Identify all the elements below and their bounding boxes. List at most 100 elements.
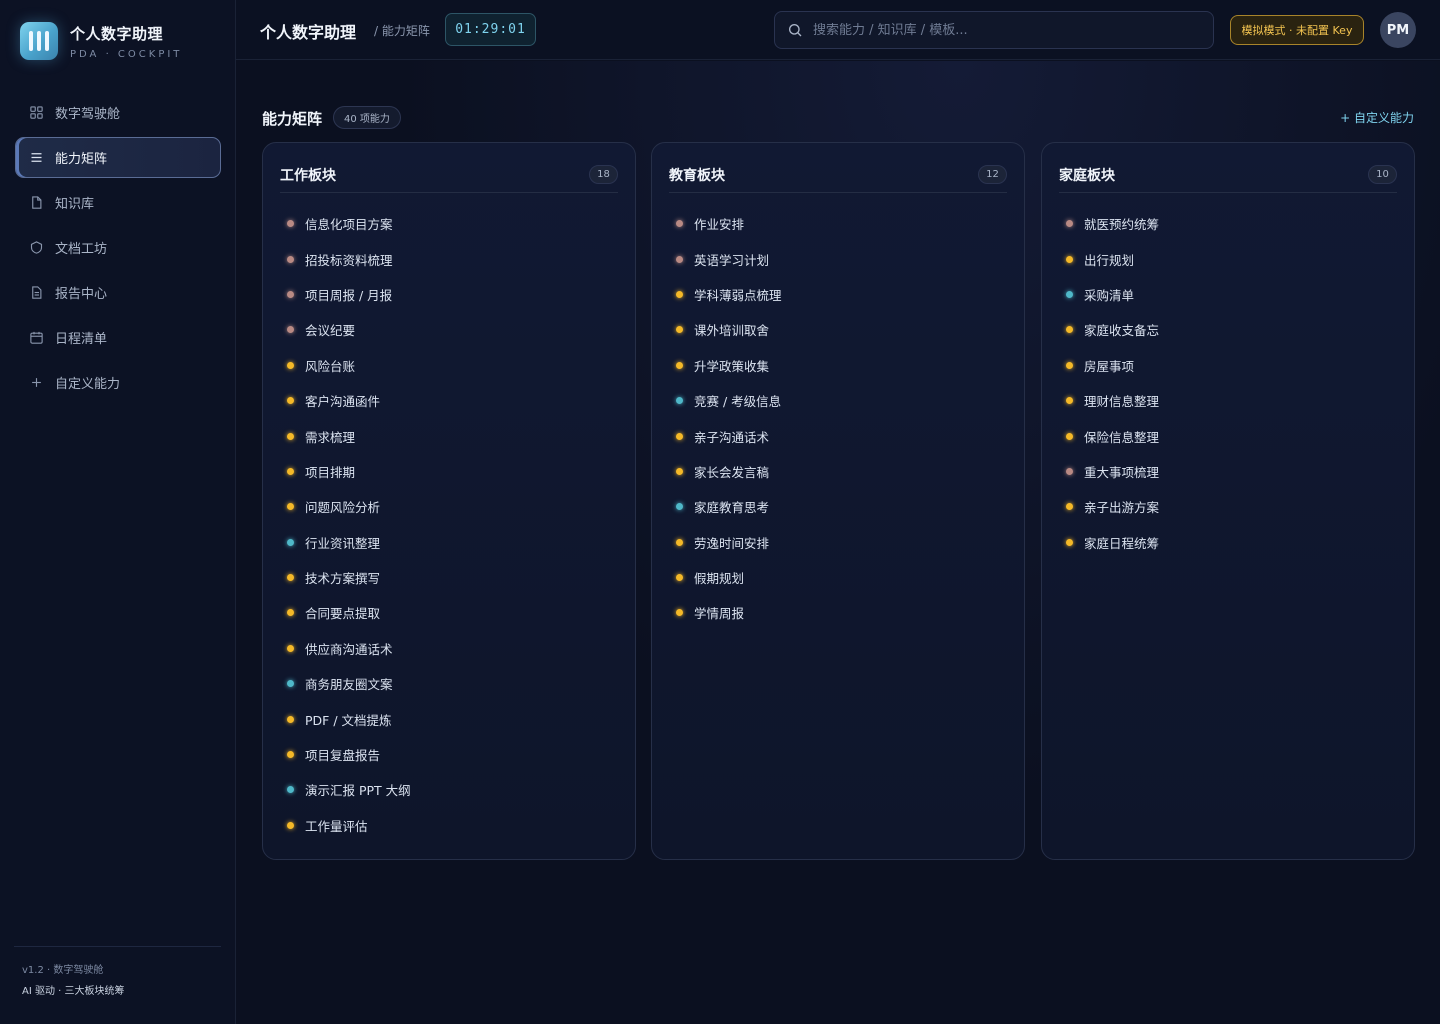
capability-label: 学情周报 bbox=[694, 606, 745, 622]
avatar[interactable]: PM bbox=[1380, 12, 1416, 48]
calendar-icon bbox=[28, 330, 44, 346]
capability-list: 信息化项目方案招投标资料梳理 项目周报 / 月报会议纪要 风险台账客户沟通函件需求梳… bbox=[287, 206, 618, 843]
capability-item[interactable]: 信息化项目方案 bbox=[287, 206, 618, 241]
status-dot-icon bbox=[287, 821, 294, 829]
sidebar-item-plus[interactable]: 自定义能力 bbox=[15, 362, 221, 403]
status-dot-icon bbox=[676, 326, 683, 334]
capability-item[interactable]: 英语学习计划 bbox=[676, 241, 1007, 276]
capability-label: 招投标资料梳理 bbox=[305, 252, 393, 268]
capability-item[interactable]: 出行规划 bbox=[1066, 241, 1397, 276]
capability-item[interactable]: 采购清单 bbox=[1066, 277, 1397, 312]
capability-item[interactable]: 客户沟通函件 bbox=[287, 383, 618, 418]
capability-item[interactable]: 商务朋友圈文案 bbox=[287, 666, 618, 701]
status-dot-icon bbox=[287, 503, 294, 511]
status-dot-icon bbox=[1066, 220, 1073, 228]
capability-item[interactable]: 技术方案撰写 bbox=[287, 560, 618, 595]
capability-item[interactable]: 保险信息整理 bbox=[1066, 418, 1397, 453]
capability-item[interactable]: 重大事项梳理 bbox=[1066, 454, 1397, 489]
capability-item[interactable]: 房屋事项 bbox=[1066, 348, 1397, 383]
board-count-badge: 18 bbox=[589, 165, 618, 184]
status-dot-icon bbox=[287, 361, 294, 369]
capability-label: 重大事项梳理 bbox=[1084, 464, 1160, 480]
capability-item[interactable]: 会议纪要 bbox=[287, 312, 618, 347]
capability-label: 商务朋友圈文案 bbox=[305, 677, 393, 693]
capability-label: 就医预约统筹 bbox=[1084, 217, 1160, 233]
capability-label: 演示汇报 PPT 大纲 bbox=[305, 783, 411, 799]
board-title: 工作板块 bbox=[280, 167, 336, 184]
sidebar-item-file[interactable]: 知识库 bbox=[15, 182, 221, 223]
capability-label: 出行规划 bbox=[1084, 252, 1135, 268]
sidebar-item-list[interactable]: 能力矩阵 bbox=[15, 137, 221, 178]
capability-item[interactable]: 家庭日程统筹 bbox=[1066, 525, 1397, 560]
capability-item[interactable]: 假期规划 bbox=[676, 560, 1007, 595]
capability-item[interactable]: 演示汇报 PPT 大纲 bbox=[287, 772, 618, 807]
sidebar-item-label: 日程清单 bbox=[55, 332, 108, 347]
capability-count-badge: 40 项能力 bbox=[333, 106, 401, 129]
sidebar-item-calendar[interactable]: 日程清单 bbox=[15, 317, 221, 358]
capability-item[interactable]: 家长会发言稿 bbox=[676, 454, 1007, 489]
capability-label: 理财信息整理 bbox=[1084, 394, 1160, 410]
page-title: 个人数字助理 bbox=[260, 23, 357, 42]
capability-item[interactable]: 理财信息整理 bbox=[1066, 383, 1397, 418]
capability-item[interactable]: 学科薄弱点梳理 bbox=[676, 277, 1007, 312]
brand[interactable]: 个人数字助理 PDA · COCKPIT bbox=[20, 22, 182, 60]
capability-label: 房屋事项 bbox=[1084, 358, 1135, 374]
capability-item[interactable]: 升学政策收集 bbox=[676, 348, 1007, 383]
capability-item[interactable]: 行业资讯整理 bbox=[287, 525, 618, 560]
capability-item[interactable]: 竞赛 / 考级信息 bbox=[676, 383, 1007, 418]
capability-item[interactable]: 项目周报 / 月报 bbox=[287, 277, 618, 312]
board-count-badge: 10 bbox=[1368, 165, 1397, 184]
capability-item[interactable]: PDF / 文档提炼 bbox=[287, 701, 618, 736]
sidebar-footer: v1.2 · 数字驾驶舱 AI 驱动 · 三大板块统筹 bbox=[14, 946, 221, 997]
status-dot-icon bbox=[287, 680, 294, 688]
capability-item[interactable]: 课外培训取舍 bbox=[676, 312, 1007, 347]
search-input[interactable] bbox=[813, 22, 1193, 38]
clock-display: 01:29:01 bbox=[445, 13, 536, 46]
capability-item[interactable]: 问题风险分析 bbox=[287, 489, 618, 524]
board-header: 家庭板块 10 bbox=[1059, 157, 1397, 193]
capability-label: 客户沟通函件 bbox=[305, 394, 381, 410]
board-header: 教育板块 12 bbox=[669, 157, 1007, 193]
capability-label: 问题风险分析 bbox=[305, 500, 381, 516]
sidebar-item-label: 文档工坊 bbox=[55, 242, 108, 257]
sidebar-item-report[interactable]: 报告中心 bbox=[15, 272, 221, 313]
capability-item[interactable]: 供应商沟通话术 bbox=[287, 631, 618, 666]
capability-item[interactable]: 工作量评估 bbox=[287, 808, 618, 843]
capability-item[interactable]: 亲子沟通话术 bbox=[676, 418, 1007, 453]
footer-desc: AI 驱动 · 三大板块统筹 bbox=[22, 986, 125, 997]
capability-item[interactable]: 就医预约统筹 bbox=[1066, 206, 1397, 241]
app-logo-icon bbox=[20, 22, 58, 60]
capability-label: 家庭收支备忘 bbox=[1084, 323, 1160, 339]
status-dot-icon bbox=[676, 290, 683, 298]
sidebar-item-dashboard[interactable]: 数字驾驶舱 bbox=[15, 92, 221, 133]
status-dot-icon bbox=[287, 786, 294, 794]
capability-item[interactable]: 招投标资料梳理 bbox=[287, 241, 618, 276]
capability-item[interactable]: 项目排期 bbox=[287, 454, 618, 489]
status-dot-icon bbox=[1066, 326, 1073, 334]
capability-item[interactable]: 作业安排 bbox=[676, 206, 1007, 241]
capability-label: 保险信息整理 bbox=[1084, 429, 1160, 445]
status-dot-icon bbox=[287, 397, 294, 405]
capability-item[interactable]: 学情周报 bbox=[676, 595, 1007, 630]
capability-label: 工作量评估 bbox=[305, 818, 368, 834]
brand-title: 个人数字助理 bbox=[70, 24, 164, 43]
capability-item[interactable]: 项目复盘报告 bbox=[287, 737, 618, 772]
capability-item[interactable]: 家庭收支备忘 bbox=[1066, 312, 1397, 347]
status-dot-icon bbox=[1066, 503, 1073, 511]
capability-label: 项目周报 / 月报 bbox=[305, 287, 393, 303]
mode-badge[interactable]: 模拟模式 · 未配置 Key bbox=[1230, 15, 1364, 45]
status-dot-icon bbox=[287, 467, 294, 475]
top-bar: 个人数字助理 / 能力矩阵 01:29:01 模拟模式 · 未配置 Key PM bbox=[236, 0, 1440, 60]
status-dot-icon bbox=[287, 255, 294, 263]
capability-item[interactable]: 需求梳理 bbox=[287, 418, 618, 453]
search-box[interactable] bbox=[774, 11, 1214, 49]
capability-item[interactable]: 风险台账 bbox=[287, 348, 618, 383]
capability-label: 供应商沟通话术 bbox=[305, 641, 393, 657]
sidebar-item-shield[interactable]: 文档工坊 bbox=[15, 227, 221, 268]
capability-item[interactable]: 家庭教育思考 bbox=[676, 489, 1007, 524]
add-custom-capability-link[interactable]: + 自定义能力 bbox=[1340, 109, 1414, 126]
capability-label: 假期规划 bbox=[694, 571, 745, 587]
capability-item[interactable]: 劳逸时间安排 bbox=[676, 525, 1007, 560]
capability-item[interactable]: 亲子出游方案 bbox=[1066, 489, 1397, 524]
capability-item[interactable]: 合同要点提取 bbox=[287, 595, 618, 630]
